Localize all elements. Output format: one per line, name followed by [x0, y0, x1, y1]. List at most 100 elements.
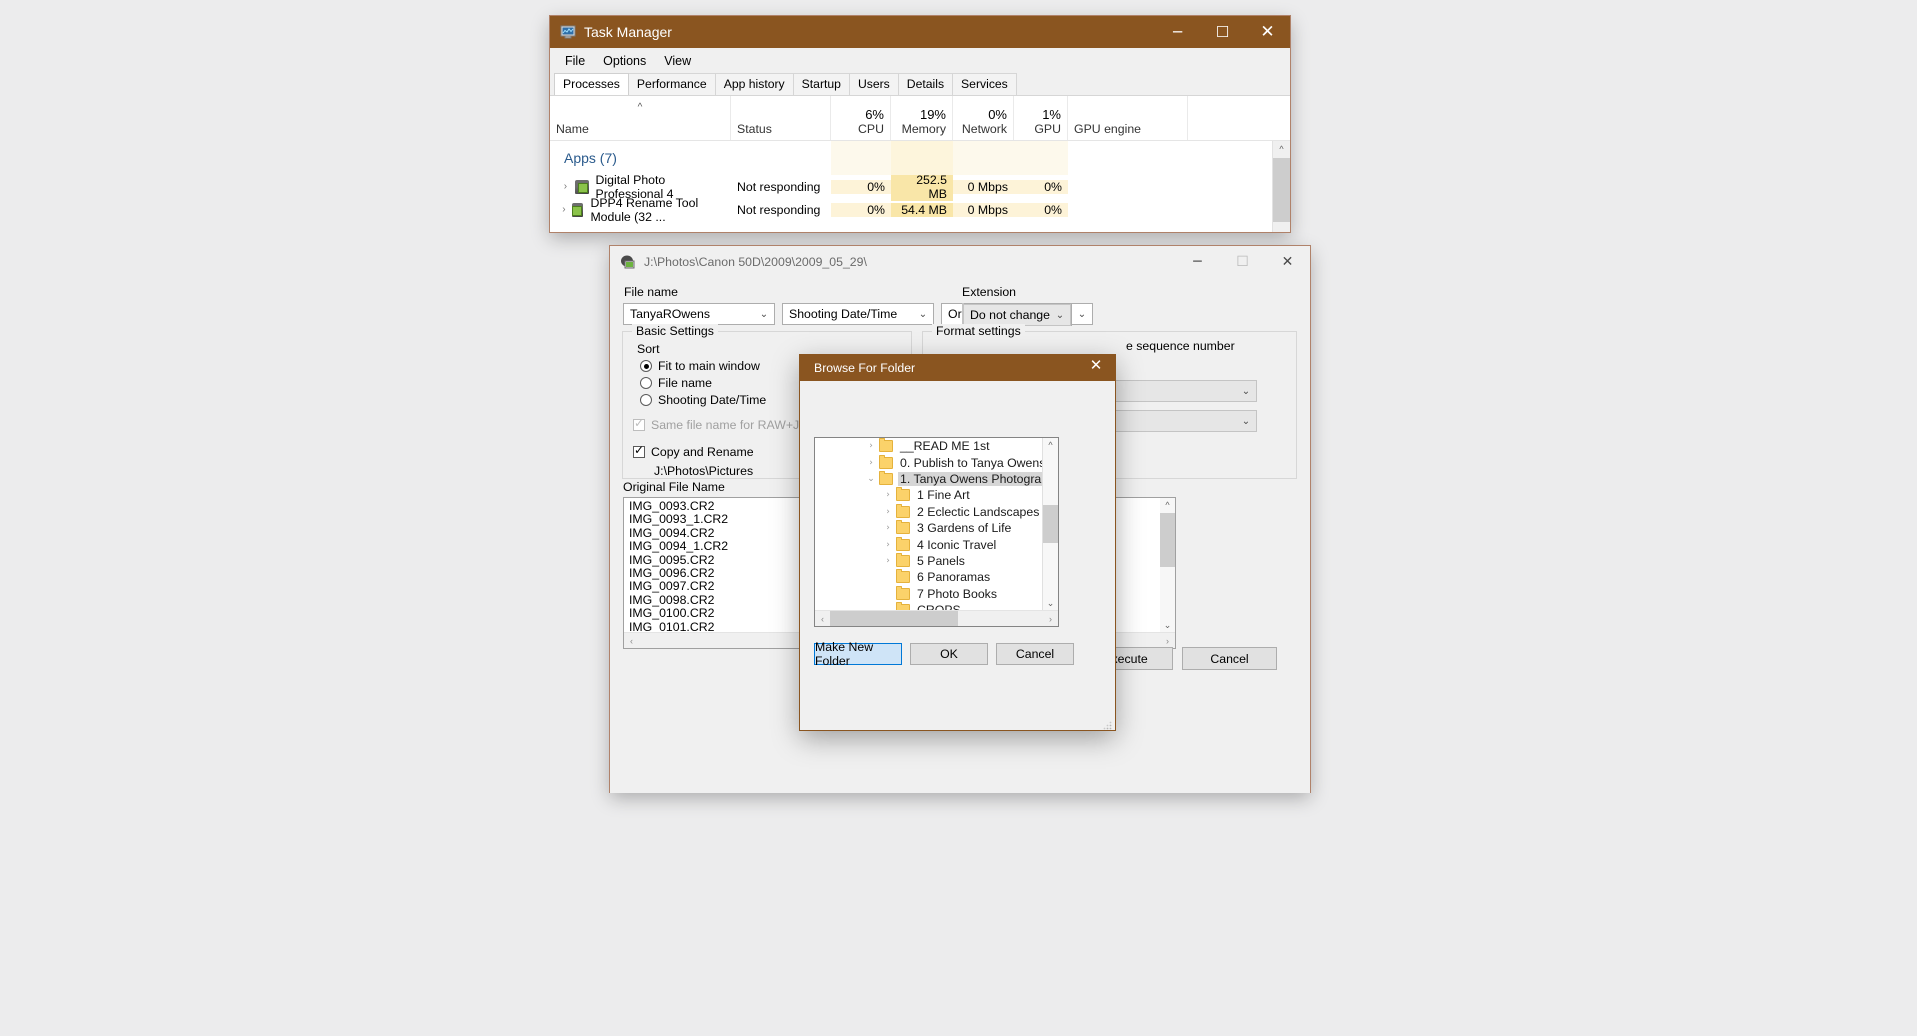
tab-services[interactable]: Services	[952, 73, 1017, 95]
tree-node[interactable]: › 5 Panels	[815, 553, 1058, 569]
browse-dialog-window-controls[interactable]: ✕	[1077, 352, 1115, 384]
radio-shooting-date-time[interactable]: Shooting Date/Time	[640, 393, 766, 407]
scroll-down-icon[interactable]: ⌄	[1043, 596, 1058, 611]
tree-node[interactable]: › __READ ME 1st	[815, 438, 1058, 454]
ok-button[interactable]: OK	[910, 643, 988, 665]
tree-node[interactable]: 6 Panoramas	[815, 569, 1058, 585]
chevron-down-icon[interactable]: ⌄	[1050, 310, 1070, 321]
tree-node[interactable]: › 3 Gardens of Life	[815, 520, 1058, 536]
rename-cancel-button[interactable]: Cancel	[1182, 647, 1277, 670]
scrollbar-thumb[interactable]	[1273, 158, 1290, 222]
scroll-right-icon[interactable]: ›	[1043, 614, 1058, 624]
tree-node[interactable]: › 2 Eclectic Landscapes	[815, 504, 1058, 520]
chevron-right-icon[interactable]: ›	[880, 490, 896, 500]
tab-app-history[interactable]: App history	[715, 73, 794, 95]
scroll-up-icon[interactable]: ^	[1160, 498, 1175, 513]
minimize-icon[interactable]: ─	[1155, 16, 1200, 48]
scroll-left-icon[interactable]: ‹	[624, 636, 639, 646]
task-manager-window[interactable]: Task Manager ─ ☐ ✕ File Options View Pro…	[550, 16, 1290, 232]
tree-node[interactable]: › 1 Fine Art	[815, 487, 1058, 503]
menu-item-view[interactable]: View	[655, 51, 700, 71]
scroll-right-icon[interactable]: ›	[1160, 636, 1175, 646]
column-header-gpu[interactable]: 1% GPU	[1014, 96, 1068, 140]
scroll-down-icon[interactable]: ⌄	[1160, 618, 1175, 633]
checkbox-copy-and-rename[interactable]: Copy and Rename	[633, 445, 754, 459]
menu-item-file[interactable]: File	[556, 51, 594, 71]
prefix-combo[interactable]: TanyaROwens ⌄	[623, 303, 775, 325]
middle-combo[interactable]: Shooting Date/Time ⌄	[782, 303, 934, 325]
tree-node-selected[interactable]: ⌄ 1. Tanya Owens Photography	[815, 471, 1058, 487]
process-table-scrollbar[interactable]: ^	[1272, 141, 1290, 232]
chevron-right-icon[interactable]: ›	[880, 523, 896, 533]
vscrollbar-thumb[interactable]	[1043, 505, 1058, 543]
vscrollbar-thumb[interactable]	[1160, 513, 1175, 567]
menu-item-options[interactable]: Options	[594, 51, 655, 71]
chevron-down-icon[interactable]: ⌄	[1236, 386, 1256, 397]
close-icon[interactable]: ✕	[1077, 352, 1115, 378]
task-manager-window-controls[interactable]: ─ ☐ ✕	[1155, 16, 1290, 48]
folder-tree-vscrollbar[interactable]: ^ ⌄	[1042, 438, 1058, 611]
folder-tree[interactable]: › __READ ME 1st › 0. Publish to Tanya Ow…	[814, 437, 1059, 627]
process-name-cell[interactable]: › DPP4 Rename Tool Module (32 ...	[550, 196, 731, 224]
rename-titlebar[interactable]: J:\Photos\Canon 50D\2009\2009_05_29\ ─ ☐…	[610, 246, 1310, 279]
tab-performance[interactable]: Performance	[628, 73, 716, 95]
browse-cancel-button[interactable]: Cancel	[996, 643, 1074, 665]
chevron-down-icon[interactable]: ⌄	[754, 309, 774, 320]
tree-node[interactable]: › 4 Iconic Travel	[815, 536, 1058, 552]
chevron-right-icon[interactable]: ›	[556, 204, 572, 215]
radio-label: Shooting Date/Time	[658, 393, 766, 407]
tab-users[interactable]: Users	[849, 73, 899, 95]
radio-fit-to-main-window[interactable]: Fit to main window	[640, 359, 760, 373]
task-manager-titlebar[interactable]: Task Manager ─ ☐ ✕	[550, 16, 1290, 48]
scroll-up-icon[interactable]: ^	[1043, 438, 1058, 453]
hscrollbar-track[interactable]	[830, 611, 1043, 626]
tree-node[interactable]: › 0. Publish to Tanya Owens websit	[815, 454, 1058, 470]
original-file-name-label: Original File Name	[623, 480, 725, 494]
task-manager-menubar[interactable]: File Options View	[550, 48, 1290, 73]
tree-node[interactable]: 7 Photo Books	[815, 586, 1058, 602]
chevron-down-icon[interactable]: ⌄	[913, 309, 933, 320]
task-manager-tabs[interactable]: Processes Performance App history Startu…	[550, 73, 1290, 96]
chevron-down-icon[interactable]: ⌄	[863, 474, 879, 484]
hscrollbar-thumb[interactable]	[830, 611, 958, 626]
maximize-icon[interactable]: ☐	[1220, 246, 1265, 278]
tab-processes[interactable]: Processes	[554, 73, 629, 95]
tab-details[interactable]: Details	[898, 73, 953, 95]
chevron-right-icon[interactable]: ›	[880, 540, 896, 550]
column-header-memory[interactable]: 19% Memory	[891, 96, 953, 140]
chevron-right-icon[interactable]: ›	[880, 507, 896, 517]
column-header-name[interactable]: ^ Name	[550, 96, 731, 140]
chevron-down-icon[interactable]: ⌄	[1236, 416, 1256, 427]
scroll-left-icon[interactable]: ‹	[815, 614, 830, 624]
column-header-network[interactable]: 0% Network	[953, 96, 1014, 140]
radio-label: File name	[658, 376, 712, 390]
extension-combo[interactable]: Do not change⌄	[963, 304, 1071, 326]
checkbox-label: Same file name for RAW+J	[651, 418, 799, 432]
rename-window-controls[interactable]: ─ ☐ ✕	[1175, 246, 1310, 278]
close-icon[interactable]: ✕	[1265, 246, 1310, 278]
browse-for-folder-dialog[interactable]: Browse For Folder ✕ › __READ ME 1st › 0.…	[800, 355, 1115, 730]
minimize-icon[interactable]: ─	[1175, 246, 1220, 278]
browse-dialog-titlebar[interactable]: Browse For Folder ✕	[800, 355, 1115, 381]
make-new-folder-button[interactable]: Make New Folder	[814, 643, 902, 665]
close-icon[interactable]: ✕	[1245, 16, 1290, 48]
column-header-gpu-engine[interactable]: GPU engine	[1068, 96, 1188, 140]
chevron-right-icon[interactable]: ›	[863, 458, 879, 468]
maximize-icon[interactable]: ☐	[1200, 16, 1245, 48]
tree-node-label: 1. Tanya Owens Photography	[898, 472, 1059, 486]
table-row[interactable]: › DPP4 Rename Tool Module (32 ... Not re…	[550, 198, 1290, 221]
folder-tree-hscrollbar[interactable]: ‹ ›	[815, 610, 1058, 626]
process-group-apps[interactable]: Apps (7)	[550, 141, 1290, 175]
resize-grip-icon[interactable]	[1102, 717, 1112, 727]
scroll-up-icon[interactable]: ^	[1273, 141, 1290, 158]
chevron-right-icon[interactable]: ›	[880, 556, 896, 566]
chevron-down-icon[interactable]: ⌄	[1072, 309, 1092, 320]
column-header-status[interactable]: Status	[731, 96, 831, 140]
new-list-vscrollbar[interactable]: ^ ⌄	[1160, 498, 1175, 633]
process-table-body[interactable]: Apps (7) › Digital Photo Professional 4 …	[550, 141, 1290, 232]
radio-file-name[interactable]: File name	[640, 376, 712, 390]
tab-startup[interactable]: Startup	[793, 73, 850, 95]
column-header-cpu[interactable]: 6% CPU	[831, 96, 891, 140]
chevron-right-icon[interactable]: ›	[863, 441, 879, 451]
chevron-right-icon[interactable]: ›	[556, 181, 575, 192]
